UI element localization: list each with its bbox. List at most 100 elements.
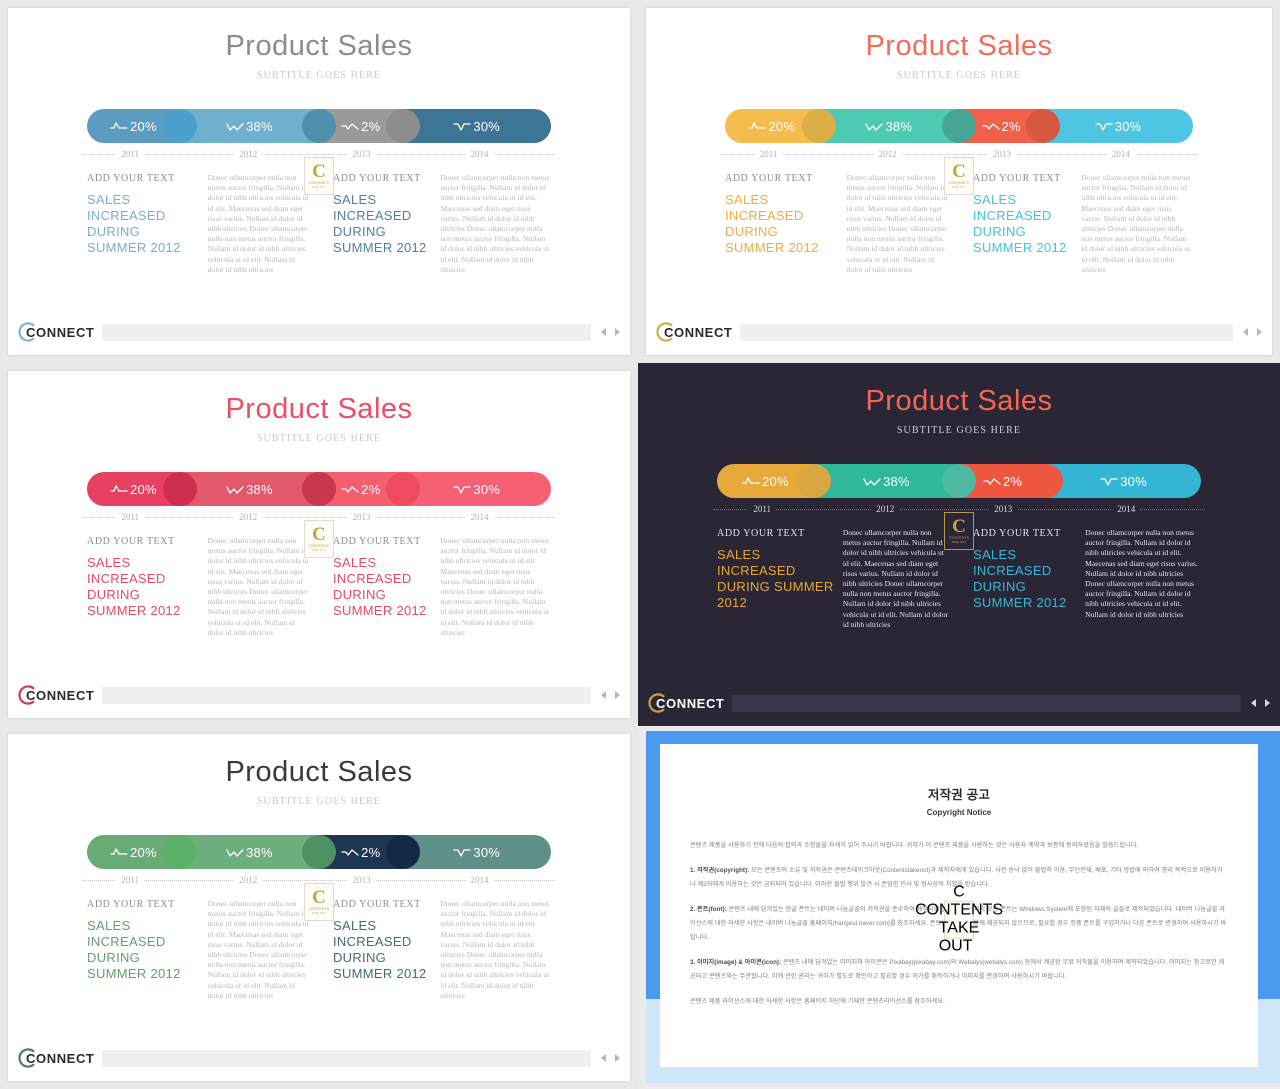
segment-label: 20% xyxy=(742,474,789,489)
column-four-body: Donec ullamcorper nulla non metus auctor… xyxy=(440,536,550,637)
sales-progress-chart[interactable]: 20% 38% 2% 30% 2011 2012 2013 2014 xyxy=(713,464,1205,514)
contents-takeout-watermark-badge: C CONTENTS TAKE OUT xyxy=(944,512,974,550)
copyright-notice-slide[interactable]: 저작권 공고 Copyright Notice 콘텐츠 제품을 사용하기 전에 … xyxy=(638,726,1280,1089)
segment-label: 2% xyxy=(983,474,1022,489)
column-two-body: Donec ullamcorper nulla non metus auctor… xyxy=(842,528,949,629)
segment-joint-knob xyxy=(1029,464,1064,498)
connect-logo[interactable]: CONNECT xyxy=(646,692,732,714)
segment-label: 30% xyxy=(1100,474,1147,489)
badge-letter: C xyxy=(952,516,966,537)
segment-label: 30% xyxy=(453,845,500,860)
connect-logo[interactable]: CONNECT xyxy=(16,1047,102,1069)
column-two-body: Donec ullamcorper nulla non metus auctor… xyxy=(207,173,309,274)
column-three: ADD YOUR TEXT SALES INCREASED DURING SUM… xyxy=(319,536,430,638)
copyright-outro: 콘텐츠 제품 라이선스에 대한 자세한 사항은 홈페이지 하단에 기재한 콘텐츠… xyxy=(690,998,945,1005)
slide-canvas: Product Sales SUBTITLE GOES HERE 20% 38% 2… xyxy=(8,371,630,718)
footer-progress-strip[interactable] xyxy=(102,686,591,704)
next-slide-icon[interactable] xyxy=(615,691,620,699)
badge-line-two: TAKE OUT xyxy=(311,912,327,915)
prev-slide-icon[interactable] xyxy=(601,691,606,699)
column-one: ADD YOUR TEXT SALES INCREASED DURING SUM… xyxy=(717,528,843,630)
column-four: Donec ullamcorper nulla non metus auctor… xyxy=(430,536,551,638)
trend-line-icon xyxy=(341,848,359,856)
contents-takeout-watermark-badge: C CONTENTS TAKE OUT xyxy=(304,157,334,195)
contents-takeout-watermark-badge: C CONTENTS TAKE OUT xyxy=(944,157,974,195)
segment-joint-knob xyxy=(162,835,197,869)
presentation-slide-blue[interactable]: Product Sales SUBTITLE GOES HERE 20% 38% 2… xyxy=(0,0,638,363)
badge-letter: C xyxy=(952,161,966,182)
column-one-kicker: ADD YOUR TEXT xyxy=(87,173,175,184)
badge-letter: C xyxy=(312,887,326,908)
timeline-year-2013: 2013 xyxy=(347,512,376,522)
segment-label: 38% xyxy=(226,482,273,497)
column-three: ADD YOUR TEXT SALES INCREASED DURING SUM… xyxy=(319,899,430,1001)
column-three-kicker: ADD YOUR TEXT xyxy=(332,173,421,184)
trend-line-icon xyxy=(1095,122,1113,131)
footer-nav xyxy=(591,691,620,699)
next-slide-icon[interactable] xyxy=(615,1054,620,1062)
trend-line-icon xyxy=(453,122,472,131)
slide-grid: Product Sales SUBTITLE GOES HERE 20% 38% 2… xyxy=(0,0,1280,1089)
column-four-body: Donec ullamcorper nulla non metus auctor… xyxy=(440,899,550,1000)
column-three-headline: SALES INCREASED DURING SUMMER 2012 xyxy=(332,555,427,618)
timeline-year-2011: 2011 xyxy=(754,149,783,159)
footer-progress-strip[interactable] xyxy=(740,323,1233,341)
sales-progress-chart[interactable]: 20% 38% 2% 30% 2011 2012 2013 2014 xyxy=(83,472,555,522)
segment-joint-knob xyxy=(162,109,197,143)
connect-logo[interactable]: CONNECT xyxy=(16,321,102,343)
column-one-headline: SALES INCREASED DURING SUMMER 2012 xyxy=(717,547,834,610)
prev-slide-icon[interactable] xyxy=(601,1054,606,1062)
copyright-title-ko: 저작권 공고 xyxy=(927,788,991,802)
column-four-body: Donec ullamcorper nulla non metus auctor… xyxy=(1081,173,1191,274)
presentation-slide-multi[interactable]: Product Sales SUBTITLE GOES HERE 20% 38% 2… xyxy=(638,0,1280,363)
presentation-slide-dark[interactable]: Product Sales SUBTITLE GOES HERE 20% 38% 2… xyxy=(638,363,1280,726)
badge-line-two: TAKE OUT xyxy=(938,919,980,955)
prev-slide-icon[interactable] xyxy=(601,328,606,336)
trend-line-icon xyxy=(226,485,244,494)
trend-line-icon xyxy=(110,847,128,855)
sales-progress-chart[interactable]: 20% 38% 2% 30% 2011 2012 2013 2014 xyxy=(721,109,1197,159)
connect-logo-text: CONNECT xyxy=(656,695,725,711)
next-slide-icon[interactable] xyxy=(1265,699,1270,707)
slide-title: Product Sales xyxy=(225,756,413,788)
trend-line-icon xyxy=(226,122,244,131)
slide-subtitle: SUBTITLE GOES HERE xyxy=(896,70,1022,81)
footer-progress-strip[interactable] xyxy=(732,694,1241,712)
presentation-slide-red[interactable]: Product Sales SUBTITLE GOES HERE 20% 38% 2… xyxy=(0,363,638,726)
column-one-kicker: ADD YOUR TEXT xyxy=(717,528,805,539)
segment-joint-knob xyxy=(302,835,336,869)
sales-progress-chart[interactable]: 20% 38% 2% 30% 2011 2012 2013 2014 xyxy=(83,835,555,885)
column-one-headline: SALES INCREASED DURING SUMMER 2012 xyxy=(725,192,819,255)
timeline-year-2014: 2014 xyxy=(465,149,494,159)
trend-line-icon xyxy=(983,477,1001,485)
connect-logo[interactable]: CONNECT xyxy=(16,684,102,706)
column-four-body: Donec ullamcorper nulla non metus auctor… xyxy=(1085,528,1198,619)
column-one-kicker: ADD YOUR TEXT xyxy=(87,536,175,547)
prev-slide-icon[interactable] xyxy=(1243,328,1248,336)
column-one-headline: SALES INCREASED DURING SUMMER 2012 xyxy=(87,192,181,255)
column-four-body: Donec ullamcorper nulla non metus auctor… xyxy=(440,173,550,274)
slide-title: Product Sales xyxy=(865,385,1053,417)
connect-logo[interactable]: CONNECT xyxy=(654,321,740,343)
footer-progress-strip[interactable] xyxy=(102,1049,591,1067)
footer-nav xyxy=(591,1054,620,1062)
segment-label: 30% xyxy=(453,119,500,134)
next-slide-icon[interactable] xyxy=(615,328,620,336)
content-columns: ADD YOUR TEXT SALES INCREASED DURING SUM… xyxy=(87,883,551,1001)
segment-joint-knob xyxy=(942,464,976,498)
column-two: Donec ullamcorper nulla non metus auctor… xyxy=(208,899,319,1001)
slide-footer: CONNECT xyxy=(8,319,630,345)
next-slide-icon[interactable] xyxy=(1257,328,1262,336)
segment-label: 38% xyxy=(865,119,912,134)
copyright-item-2-label: 2. 폰트(font): xyxy=(690,906,727,913)
sales-progress-chart[interactable]: 20% 38% 2% 30% 2011 2012 2013 2014 xyxy=(83,109,555,159)
segment-joint-knob xyxy=(1026,109,1061,143)
prev-slide-icon[interactable] xyxy=(1251,699,1256,707)
presentation-slide-green[interactable]: Product Sales SUBTITLE GOES HERE 20% 38% 2… xyxy=(0,726,638,1089)
footer-progress-strip[interactable] xyxy=(102,323,591,341)
column-one: ADD YOUR TEXT SALES INCREASED DURING SUM… xyxy=(725,173,847,275)
segment-label: 38% xyxy=(226,845,273,860)
connect-logo-text: CONNECT xyxy=(26,1050,95,1066)
trend-line-icon xyxy=(453,485,472,494)
connect-logo-text: CONNECT xyxy=(26,687,95,703)
